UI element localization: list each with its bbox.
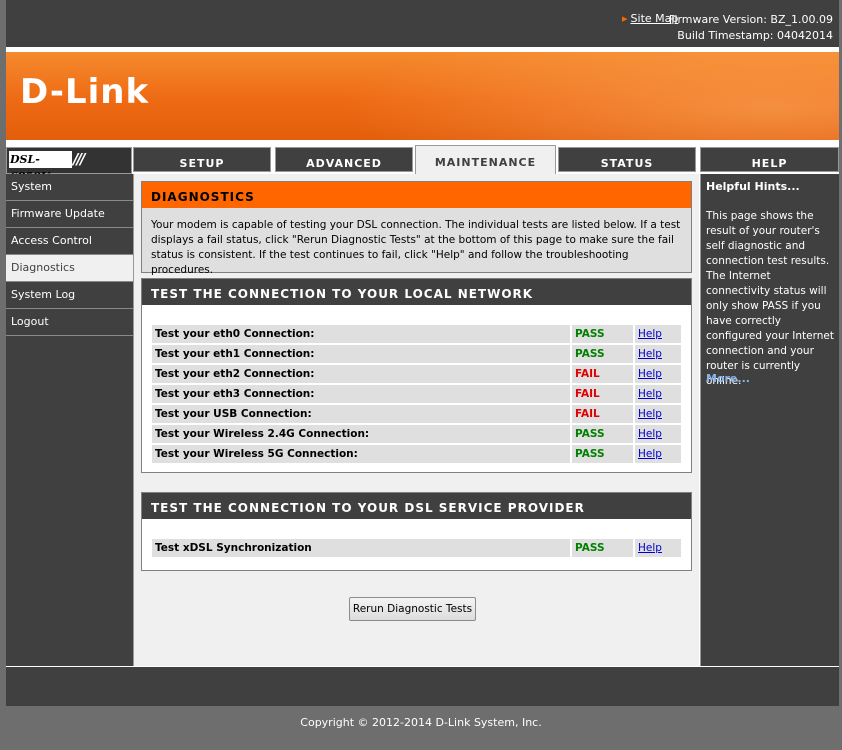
test-result: FAIL [572,385,633,403]
help-link[interactable]: Help [638,408,662,420]
top-info-bar: Site Map Firmware Version: BZ_1.00.09 Bu… [6,0,839,47]
tab-advanced[interactable]: ADVANCED [275,147,413,172]
build-timestamp: Build Timestamp: 04042014 [677,29,833,42]
help-cell: Help [635,385,681,403]
help-link[interactable]: Help [638,448,662,460]
router-page: Site Map Firmware Version: BZ_1.00.09 Bu… [6,0,839,706]
model-name: DSL-6850U [9,151,72,183]
test-name: Test your eth3 Connection: [152,385,570,403]
local-network-panel: TEST THE CONNECTION TO YOUR LOCAL NETWOR… [141,278,692,473]
test-name: Test your Wireless 2.4G Connection: [152,425,570,443]
test-name: Test your Wireless 5G Connection: [152,445,570,463]
dlink-logo: D-Link [20,72,150,112]
table-row: Test your USB Connection: FAIL Help [152,405,681,423]
test-name: Test your eth2 Connection: [152,365,570,383]
diagnostics-panel: DIAGNOSTICS Your modem is capable of tes… [141,181,692,276]
help-link[interactable]: Help [638,542,662,554]
rerun-diagnostic-tests-button[interactable]: Rerun Diagnostic Tests [349,597,476,621]
hints-title: Helpful Hints... [706,180,800,193]
help-cell: Help [635,445,681,463]
firmware-info: Firmware Version: BZ_1.00.09 Build Times… [669,12,833,44]
tab-maintenance[interactable]: MAINTENANCE [415,145,556,174]
sidebar-item-firmware-update[interactable]: Firmware Update [6,201,133,228]
local-test-list: Test your eth0 Connection: PASS Help Tes… [142,305,691,463]
test-result: PASS [572,325,633,343]
helpful-hints-panel: Helpful Hints... This page shows the res… [700,174,839,666]
sidebar-item-diagnostics[interactable]: Diagnostics [6,255,133,282]
sidebar-item-logout[interactable]: Logout [6,309,133,336]
dsl-test-list: Test xDSL Synchronization PASS Help [142,519,691,557]
bottom-bar [6,667,839,706]
table-row: Test your eth1 Connection: PASS Help [152,345,681,363]
firmware-version: Firmware Version: BZ_1.00.09 [668,13,833,26]
help-link[interactable]: Help [638,428,662,440]
table-row: Test your eth0 Connection: PASS Help [152,325,681,343]
help-cell: Help [635,325,681,343]
table-row: Test your Wireless 5G Connection: PASS H… [152,445,681,463]
diagnostics-description: Your modem is capable of testing your DS… [151,219,681,276]
help-link[interactable]: Help [638,388,662,400]
tab-status[interactable]: STATUS [558,147,696,172]
brand-banner: D-Link [6,52,839,140]
tab-setup[interactable]: SETUP [133,147,271,172]
dsl-provider-panel: TEST THE CONNECTION TO YOUR DSL SERVICE … [141,492,692,571]
tab-help[interactable]: HELP [700,147,839,172]
test-name: Test your eth0 Connection: [152,325,570,343]
table-row: Test your Wireless 2.4G Connection: PASS… [152,425,681,443]
help-cell: Help [635,425,681,443]
more-link[interactable]: More... [706,372,750,385]
sidebar: System Firmware Update Access Control Di… [6,174,134,666]
test-name: Test your USB Connection: [152,405,570,423]
sidebar-item-system[interactable]: System [6,174,133,201]
help-link[interactable]: Help [638,348,662,360]
help-cell: Help [635,405,681,423]
test-result: PASS [572,345,633,363]
test-result: PASS [572,425,633,443]
copyright: Copyright © 2012-2014 D-Link System, Inc… [300,716,542,729]
test-result: FAIL [572,365,633,383]
main-nav: DSL-6850U /// SETUP ADVANCED MAINTENANCE… [6,145,839,183]
test-name: Test your eth1 Connection: [152,345,570,363]
dsl-provider-title: TEST THE CONNECTION TO YOUR DSL SERVICE … [142,493,691,519]
diagnostics-title: DIAGNOSTICS [142,182,691,208]
hints-body: This page shows the result of your route… [706,210,834,387]
help-link[interactable]: Help [638,328,662,340]
table-row: Test your eth3 Connection: FAIL Help [152,385,681,403]
test-name: Test xDSL Synchronization [152,539,570,557]
local-network-title: TEST THE CONNECTION TO YOUR LOCAL NETWOR… [142,279,691,305]
help-cell: Help [635,345,681,363]
main-content: DIAGNOSTICS Your modem is capable of tes… [134,174,699,666]
test-result: FAIL [572,405,633,423]
table-row: Test your eth2 Connection: FAIL Help [152,365,681,383]
banner-swoosh [336,52,839,140]
model-badge: DSL-6850U /// [6,147,132,183]
sidebar-item-system-log[interactable]: System Log [6,282,133,309]
help-cell: Help [635,365,681,383]
table-row: Test xDSL Synchronization PASS Help [152,539,681,557]
help-link[interactable]: Help [638,368,662,380]
sidebar-item-access-control[interactable]: Access Control [6,228,133,255]
test-result: PASS [572,539,633,557]
help-cell: Help [635,539,681,557]
test-result: PASS [572,445,633,463]
model-slashes-icon: /// [73,150,86,168]
